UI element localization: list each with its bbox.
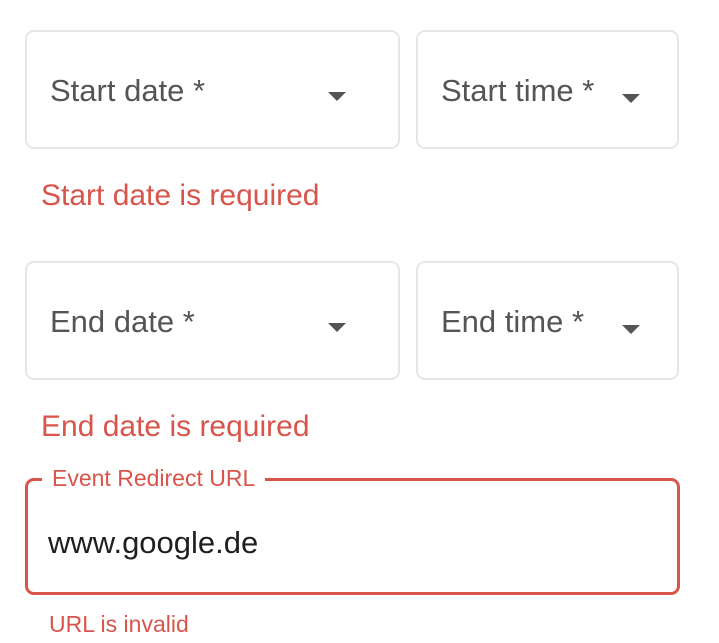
event-form: Start date * Start time * Start date is …	[0, 0, 719, 643]
end-time-select[interactable]: End time *	[416, 261, 679, 380]
start-time-select[interactable]: Start time *	[416, 30, 679, 149]
end-date-error: End date is required	[41, 410, 310, 443]
start-date-select[interactable]: Start date *	[25, 30, 400, 149]
caret-down-icon	[328, 92, 346, 101]
end-date-label: End date *	[50, 304, 195, 339]
redirect-url-label: Event Redirect URL	[42, 465, 266, 491]
start-date-label: Start date *	[50, 73, 206, 108]
caret-down-icon	[328, 323, 346, 332]
end-time-label: End time *	[441, 304, 585, 339]
start-date-error: Start date is required	[41, 179, 320, 212]
start-time-label: Start time *	[441, 73, 595, 108]
redirect-url-error: URL is invalid	[49, 611, 189, 637]
redirect-url-field: Event Redirect URL	[25, 465, 680, 595]
end-date-select[interactable]: End date *	[25, 261, 400, 380]
caret-down-icon	[622, 325, 640, 334]
caret-down-icon	[622, 94, 640, 103]
redirect-url-input[interactable]	[48, 523, 648, 563]
